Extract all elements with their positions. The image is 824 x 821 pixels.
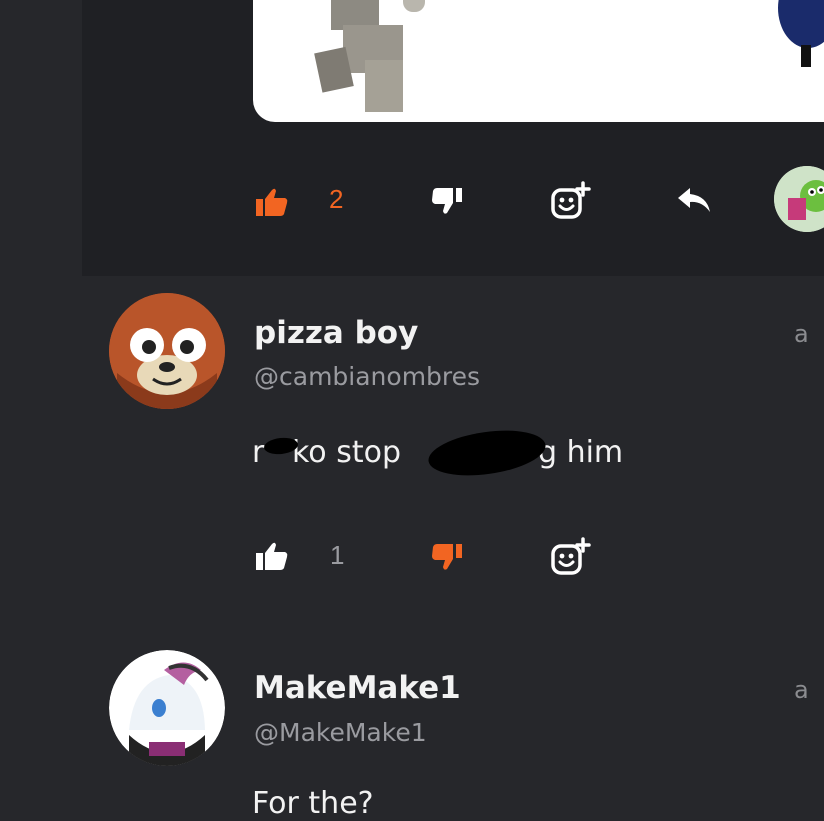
post-upvote-count: 2	[329, 184, 344, 214]
comment-like-count: 1	[330, 540, 345, 570]
comment-avatar-image	[109, 650, 225, 766]
thumbs-up-icon	[256, 542, 288, 570]
post-image[interactable]	[253, 0, 824, 122]
comment-avatar[interactable]	[109, 650, 225, 766]
add-reaction-icon	[551, 181, 591, 219]
comment-text-end: g him	[538, 435, 624, 470]
comment-avatar[interactable]	[109, 293, 225, 409]
comment-text-middle: ko stop	[292, 435, 401, 470]
post-image-content	[314, 0, 824, 112]
comment-like-button[interactable]	[252, 538, 292, 574]
thumbs-up-icon	[256, 188, 288, 216]
post-reply-button[interactable]	[674, 184, 714, 216]
comment-username[interactable]: pizza boy	[254, 315, 418, 351]
comment-username[interactable]: MakeMake1	[254, 670, 461, 706]
thumbs-down-icon	[432, 188, 462, 214]
comment-dislike-button[interactable]	[428, 540, 466, 574]
post-upvote-button[interactable]	[252, 184, 292, 220]
comment-timestamp: a	[794, 320, 809, 348]
comment-body: For the?	[252, 786, 374, 821]
comment-handle[interactable]: @cambianombres	[254, 362, 480, 391]
comment-avatar-image	[109, 293, 225, 409]
thumbs-down-icon	[432, 544, 462, 570]
post-add-reaction-button[interactable]	[548, 180, 592, 222]
comment-timestamp: a	[794, 676, 809, 704]
add-reaction-icon	[551, 537, 591, 575]
comment-handle[interactable]: @MakeMake1	[254, 718, 427, 747]
reply-icon	[678, 188, 710, 212]
comment-add-reaction-button[interactable]	[548, 536, 592, 578]
post-downvote-button[interactable]	[428, 184, 466, 218]
comment-text-start: r	[252, 435, 265, 470]
left-gutter	[0, 0, 82, 805]
